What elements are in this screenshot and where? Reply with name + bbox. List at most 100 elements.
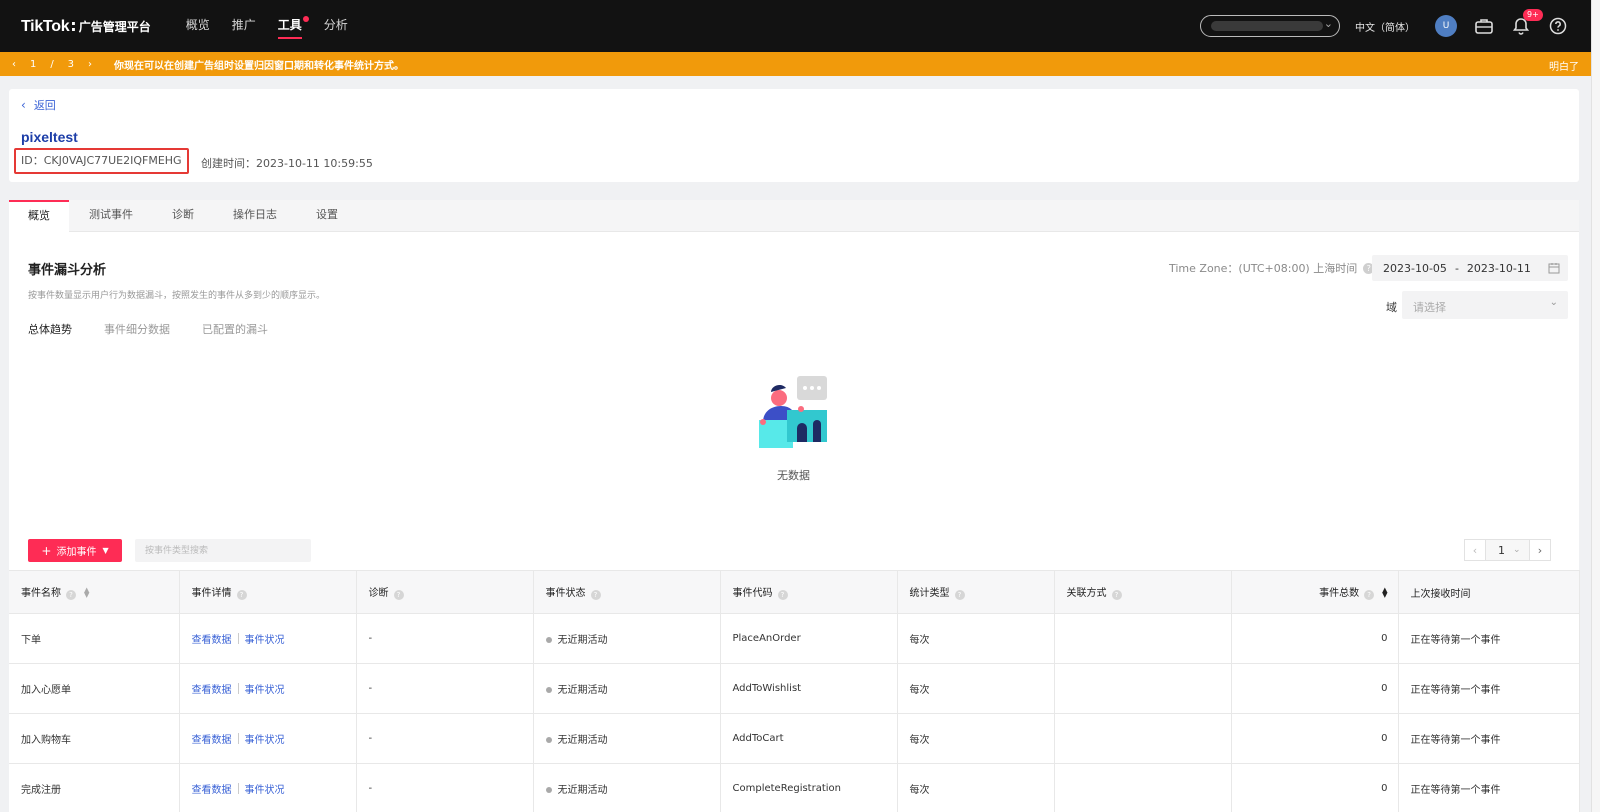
notification-bell-icon[interactable]: 9+	[1510, 9, 1543, 37]
nav-analytics[interactable]: 分析	[324, 0, 348, 52]
column-label: 事件详情	[191, 588, 232, 599]
date-end: 2023-10-11	[1466, 261, 1531, 275]
announcement-current: 1	[29, 58, 37, 70]
domain-select[interactable]: 请选择 ⌄	[1402, 291, 1568, 319]
help-question-icon[interactable]: ?	[590, 590, 601, 600]
view-data-link[interactable]: 查看数据	[192, 635, 232, 646]
announcement-total: 3	[67, 58, 75, 70]
empty-state-text: 无数据	[777, 469, 810, 482]
funnel-section-title: 事件漏斗分析	[28, 263, 107, 278]
nav-tools[interactable]: 工具	[277, 0, 309, 52]
diagnosis-cell: -	[356, 713, 534, 764]
column-label: 统计类型	[909, 588, 950, 599]
pixel-name: pixeltest	[21, 129, 78, 145]
event-status-link[interactable]: 事件状况	[245, 735, 285, 746]
link-divider	[237, 783, 239, 794]
view-data-link[interactable]: 查看数据	[192, 685, 232, 696]
column-event-details: 事件详情?	[179, 570, 357, 614]
last-received-cell: 正在等待第一个事件	[1398, 663, 1580, 714]
chevron-right-icon[interactable]: ›	[88, 59, 92, 70]
tab-test-events[interactable]: 测试事件	[81, 200, 141, 232]
announcement-pager: ‹ 1 / 3 ›	[12, 59, 92, 70]
event-total-cell: 0	[1231, 663, 1399, 714]
tab-overview[interactable]: 概览	[9, 200, 69, 233]
association-cell	[1054, 613, 1232, 664]
page-scrollbar[interactable]	[1591, 0, 1600, 812]
event-total-cell: 0	[1231, 613, 1399, 664]
help-icon[interactable]	[1547, 15, 1569, 37]
table-header-row: 事件名称 ? ▲ ▼ 事件详情? 诊断? 事件状态? 事件代码? 统计类型? 关联方式…	[9, 570, 1580, 614]
nav-overview[interactable]: 概览	[186, 0, 210, 52]
table-pagination: ‹ 1 ⌄ ›	[1464, 539, 1551, 561]
announcement-dismiss-button[interactable]: 明白了	[1549, 58, 1579, 73]
event-status-link[interactable]: 事件状况	[245, 635, 285, 646]
diagnosis-cell: -	[356, 763, 534, 812]
tab-diagnostics[interactable]: 诊断	[153, 200, 213, 232]
status-dot	[545, 787, 552, 793]
event-status-link[interactable]: 事件状况	[245, 685, 285, 696]
help-question-icon[interactable]: ?	[236, 590, 247, 600]
back-label: 返回	[33, 99, 56, 112]
view-data-link[interactable]: 查看数据	[192, 735, 232, 746]
nav-campaigns[interactable]: 推广	[232, 0, 256, 52]
help-question-icon[interactable]: ?	[777, 590, 788, 600]
help-question-icon[interactable]: ?	[1111, 590, 1122, 600]
events-table: 事件名称 ? ▲ ▼ 事件详情? 诊断? 事件状态? 事件代码? 统计类型? 关联方式…	[9, 570, 1580, 812]
subtab-overall-trend[interactable]: 总体趋势	[28, 321, 72, 337]
tiktok-ads-logo[interactable]: TikTok : 广告管理平台	[21, 16, 151, 36]
language-selector[interactable]: 中文（简体）	[1355, 19, 1415, 34]
column-event-code: 事件代码?	[720, 570, 898, 614]
diagnosis-cell: -	[356, 663, 534, 714]
sort-icon[interactable]: ▲ ▼	[84, 587, 89, 599]
table-row: 加入心愿单 查看数据 事件状况 - 无近期活动 AddToWishlist 每次 …	[9, 663, 1580, 714]
last-received-cell: 正在等待第一个事件	[1398, 763, 1580, 812]
event-total-cell: 0	[1231, 763, 1399, 812]
help-question-icon[interactable]: ?	[66, 590, 76, 600]
pagination-next-button[interactable]: ›	[1529, 539, 1551, 561]
event-name: 加入购物车	[9, 713, 180, 764]
subtab-configured-funnels[interactable]: 已配置的漏斗	[202, 321, 268, 337]
user-avatar[interactable]: U	[1435, 15, 1457, 37]
sort-desc-icon[interactable]: ▲ ▼	[1382, 587, 1387, 599]
column-event-name[interactable]: 事件名称 ? ▲ ▼	[9, 570, 180, 614]
help-question-icon[interactable]: ?	[393, 590, 404, 600]
back-link[interactable]: ‹ 返回	[21, 97, 56, 113]
event-code-cell: AddToWishlist	[720, 663, 898, 714]
date-range-picker[interactable]: 2023-10-05 - 2023-10-11	[1372, 255, 1568, 281]
event-details-cell: 查看数据 事件状况	[179, 663, 357, 714]
account-switcher[interactable]: ⌄	[1200, 15, 1340, 37]
redacted-account-name	[1211, 21, 1323, 31]
pagination-prev-button[interactable]: ‹	[1464, 539, 1486, 561]
column-diagnosis: 诊断?	[356, 570, 534, 614]
chevron-down-icon: ⌄	[1323, 17, 1333, 30]
pixel-created-time: 创建时间：2023-10-11 10:59:55	[201, 157, 373, 170]
view-data-link[interactable]: 查看数据	[192, 785, 232, 796]
status-dot	[545, 637, 552, 643]
chevron-left-icon[interactable]: ‹	[12, 59, 16, 70]
column-event-total[interactable]: 事件总数 ? ▲ ▼	[1231, 570, 1399, 614]
table-row: 完成注册 查看数据 事件状况 - 无近期活动 CompleteRegistrati…	[9, 763, 1580, 812]
notification-count-badge: 9+	[1523, 9, 1543, 21]
add-event-button[interactable]: + 添加事件 ▼	[28, 539, 122, 562]
tab-settings[interactable]: 设置	[297, 200, 357, 232]
pagination-page-select[interactable]: 1 ⌄	[1486, 539, 1529, 561]
help-question-icon[interactable]: ?	[1364, 590, 1375, 600]
event-status-link[interactable]: 事件状况	[245, 785, 285, 796]
empty-state-illustration	[757, 376, 853, 459]
column-stat-type: 统计类型?	[897, 570, 1055, 614]
event-type-search-input[interactable]	[135, 539, 311, 562]
column-label: 事件状态	[545, 588, 586, 599]
subtab-event-breakdown[interactable]: 事件细分数据	[104, 321, 170, 337]
event-name: 完成注册	[9, 763, 180, 812]
event-name: 加入心愿单	[9, 663, 180, 714]
column-last-received: 上次接收时间	[1398, 570, 1580, 614]
logo-subtitle: 广告管理平台	[78, 20, 151, 34]
help-question-icon[interactable]: ?	[954, 590, 965, 600]
tab-activity-log[interactable]: 操作日志	[225, 200, 285, 232]
link-divider	[237, 683, 239, 694]
last-received-cell: 正在等待第一个事件	[1398, 713, 1580, 764]
logo-separator: :	[70, 16, 77, 35]
status-text: 无近期活动	[557, 785, 608, 796]
briefcase-icon[interactable]	[1473, 15, 1495, 37]
caret-down-icon: ▼	[102, 546, 109, 555]
